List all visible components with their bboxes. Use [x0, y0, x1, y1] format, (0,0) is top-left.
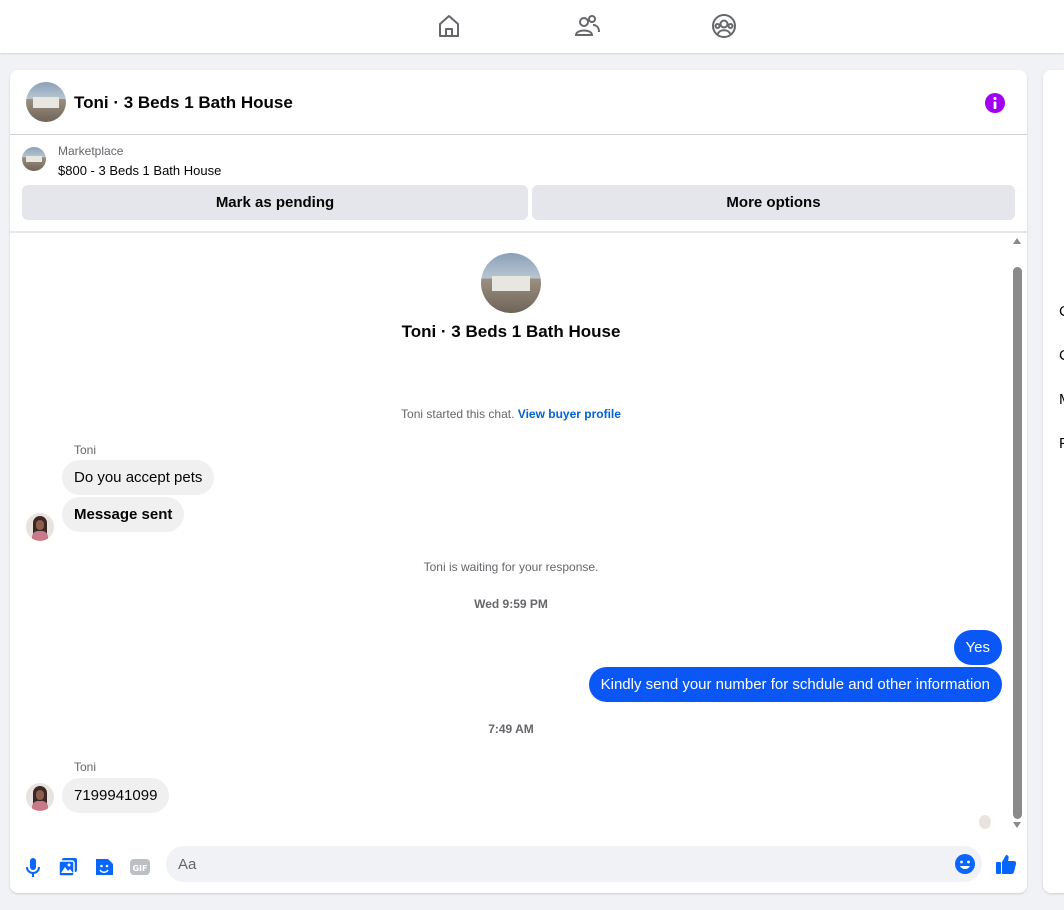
- chat-panel: Toni · 3 Beds 1 Bath House Marketplace $…: [10, 70, 1027, 893]
- message-bubble[interactable]: 7199941099: [62, 778, 170, 813]
- listing-thumbnail[interactable]: [22, 147, 46, 171]
- emoji-icon[interactable]: [954, 853, 976, 875]
- home-icon[interactable]: [436, 13, 462, 39]
- marketplace-listing-bar: Marketplace $800 - 3 Beds 1 Bath House M…: [10, 135, 1027, 231]
- marketplace-label: Marketplace: [58, 144, 124, 158]
- message-bubble-outgoing[interactable]: Kindly send your number for schdule and …: [588, 667, 1002, 702]
- message-composer: GIF: [10, 843, 1027, 893]
- right-panel-item[interactable]: C: [1059, 303, 1064, 320]
- view-buyer-profile-link[interactable]: View buyer profile: [518, 407, 621, 421]
- chat-started-notice: Toni started this chat. View buyer profi…: [10, 407, 1012, 421]
- svg-text:GIF: GIF: [132, 864, 147, 873]
- chat-started-text: Toni started this chat.: [401, 407, 515, 421]
- more-options-button[interactable]: More options: [532, 185, 1015, 220]
- microphone-icon[interactable]: [22, 856, 44, 878]
- right-panel-item[interactable]: M: [1059, 391, 1064, 408]
- waiting-notice: Toni is waiting for your response.: [423, 560, 599, 574]
- sender-name: Toni: [74, 760, 97, 774]
- photo-icon[interactable]: [57, 856, 79, 878]
- chat-header: Toni · 3 Beds 1 Bath House: [10, 70, 1027, 135]
- top-navigation-bar: [0, 0, 1064, 53]
- conversation-avatar[interactable]: [481, 253, 541, 313]
- info-icon[interactable]: [984, 92, 1006, 114]
- message-bubble[interactable]: Do you accept pets: [62, 460, 215, 495]
- listing-title[interactable]: $800 - 3 Beds 1 Bath House: [58, 163, 221, 178]
- sender-name: Toni: [74, 443, 97, 457]
- message-bubble[interactable]: Message sent: [62, 497, 185, 532]
- listing-avatar[interactable]: [26, 82, 66, 122]
- like-icon[interactable]: [994, 852, 1018, 876]
- message-bubble-outgoing[interactable]: Yes: [953, 630, 1002, 665]
- right-side-panel: C C M P: [1043, 70, 1064, 893]
- friends-icon[interactable]: [574, 13, 600, 39]
- sender-avatar[interactable]: [26, 783, 54, 811]
- message-list: Toni · 3 Beds 1 Bath House Toni started …: [10, 233, 1027, 843]
- sticker-icon[interactable]: [93, 856, 115, 878]
- scroll-down-arrow[interactable]: [1013, 822, 1021, 828]
- timestamp: 7:49 AM: [488, 722, 534, 736]
- scroll-up-arrow[interactable]: [1013, 238, 1021, 244]
- scrollbar-thumb[interactable]: [1013, 267, 1022, 819]
- groups-icon[interactable]: [711, 13, 737, 39]
- right-panel-item[interactable]: C: [1059, 347, 1064, 364]
- right-panel-item[interactable]: P: [1059, 435, 1064, 452]
- read-receipt-avatar: [979, 815, 991, 829]
- chat-title[interactable]: Toni · 3 Beds 1 Bath House: [74, 93, 293, 113]
- mark-as-pending-button[interactable]: Mark as pending: [22, 185, 528, 220]
- timestamp: Wed 9:59 PM: [474, 597, 548, 611]
- gif-icon[interactable]: GIF: [129, 856, 151, 878]
- conversation-title: Toni · 3 Beds 1 Bath House: [401, 322, 621, 341]
- message-input[interactable]: [166, 846, 982, 882]
- sender-avatar[interactable]: [26, 513, 54, 541]
